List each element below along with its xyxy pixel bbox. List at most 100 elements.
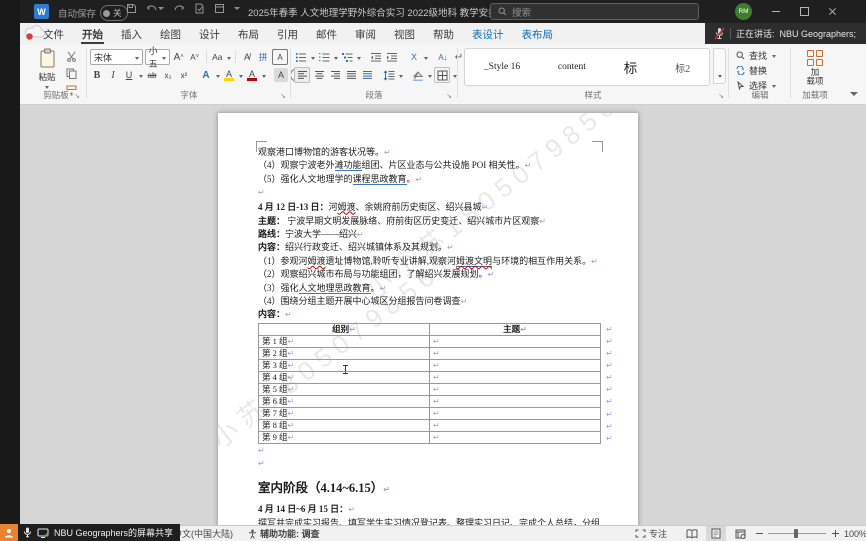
justify-button[interactable]	[344, 68, 358, 82]
topic-cell[interactable]: ↵	[430, 419, 601, 431]
line-spacing-dropdown-icon[interactable]	[399, 75, 403, 80]
tab-table-design[interactable]: 表设计	[463, 23, 513, 45]
topic-cell[interactable]: ↵	[430, 395, 601, 407]
maximize-button[interactable]	[790, 0, 818, 23]
styles-dialog-launcher[interactable]: ↘	[718, 93, 724, 100]
group-cell[interactable]: 第 3 组↵	[259, 359, 430, 371]
style-item-style16[interactable]: _Style 16	[484, 62, 520, 72]
align-right-button[interactable]	[328, 68, 342, 82]
clear-formatting-button[interactable]	[240, 50, 254, 64]
character-border-button[interactable]	[272, 49, 288, 65]
undo-dropdown-icon[interactable]	[158, 7, 164, 13]
styles-gallery-more-button[interactable]	[713, 48, 726, 84]
tab-review[interactable]: 审阅	[346, 23, 385, 45]
accessibility-status[interactable]: 辅助功能: 调查	[248, 526, 320, 541]
undo-button[interactable]	[146, 3, 164, 14]
change-case-button[interactable]	[210, 50, 224, 64]
tab-table-layout[interactable]: 表布局	[513, 23, 563, 45]
asian-layout-dropdown-icon[interactable]	[424, 57, 428, 62]
text-effects-button[interactable]	[199, 68, 213, 82]
paragraph-dialog-launcher[interactable]: ↘	[446, 93, 452, 100]
style-item-heading2[interactable]: 标2	[675, 60, 690, 75]
replace-button[interactable]: 替换	[736, 64, 776, 77]
autosave-switch[interactable]: 关	[100, 5, 128, 21]
font-dialog-launcher[interactable]: ↘	[280, 93, 286, 100]
zoom-slider-thumb[interactable]	[794, 529, 798, 538]
collapse-ribbon-icon[interactable]	[850, 92, 858, 100]
qat-customize-icon[interactable]	[234, 7, 240, 13]
word-app-icon[interactable]: W	[34, 4, 49, 19]
cut-button[interactable]	[64, 49, 78, 63]
bullets-dropdown-icon[interactable]	[311, 57, 315, 62]
zoom-slider[interactable]	[768, 526, 826, 541]
style-item-heading[interactable]: 标	[624, 57, 638, 77]
topic-cell[interactable]: ↵	[430, 407, 601, 419]
print-layout-button[interactable]	[706, 526, 726, 541]
shrink-font-button[interactable]	[188, 50, 202, 64]
copy-button[interactable]	[64, 66, 78, 80]
document-title[interactable]: 2025年春季 人文地理学野外综合实习 2022级地科 教学安排(含分组) (2…	[248, 5, 493, 19]
tab-insert[interactable]: 插入	[112, 23, 151, 45]
group-cell[interactable]: 第 9 组↵	[259, 431, 430, 443]
grow-font-button[interactable]	[172, 50, 186, 64]
zoom-level[interactable]: 100%	[844, 526, 866, 541]
shading-dropdown-icon[interactable]	[428, 75, 432, 80]
sort-button[interactable]	[436, 50, 450, 64]
subscript-button[interactable]	[161, 68, 175, 82]
participants-button[interactable]	[0, 524, 18, 541]
underline-dropdown-icon[interactable]	[139, 75, 143, 80]
redo-button[interactable]	[173, 3, 185, 14]
clipboard-dialog-launcher[interactable]: ↘	[74, 93, 80, 100]
user-avatar[interactable]: RM	[735, 3, 752, 20]
line-spacing-button[interactable]	[382, 68, 396, 82]
save-button[interactable]	[126, 3, 137, 14]
autosave-toggle[interactable]: 自动保存 关	[58, 5, 128, 21]
change-case-dropdown-icon[interactable]	[227, 57, 231, 62]
find-button[interactable]: 查找	[736, 49, 776, 62]
group-cell[interactable]: 第 1 组↵	[259, 335, 430, 347]
numbering-button[interactable]	[317, 50, 331, 64]
topic-cell[interactable]: ↵	[430, 335, 601, 347]
addins-button[interactable]: 加载项	[792, 50, 838, 86]
tab-draw[interactable]: 绘图	[151, 23, 190, 45]
asian-layout-button[interactable]	[407, 50, 421, 64]
zoom-in-button[interactable]	[832, 526, 839, 541]
topic-cell[interactable]: ↵	[430, 347, 601, 359]
header-cell[interactable]: 组别↵	[259, 323, 430, 335]
numbering-dropdown-icon[interactable]	[334, 57, 338, 62]
strikethrough-button[interactable]	[145, 68, 159, 82]
paste-button[interactable]: 粘贴	[34, 48, 60, 93]
close-button[interactable]	[818, 0, 846, 23]
align-left-button[interactable]	[294, 67, 310, 83]
document-page[interactable]: 小小苏18050798561 小小苏18050798561 观察港口博物馆的游客…	[218, 113, 638, 525]
bullets-button[interactable]	[294, 50, 308, 64]
align-center-button[interactable]	[312, 68, 326, 82]
phonetic-guide-button[interactable]	[256, 50, 270, 64]
font-name-select[interactable]: 宋体	[90, 49, 143, 65]
search-box[interactable]: 搜索	[490, 3, 699, 20]
highlight-dropdown-icon[interactable]	[239, 75, 243, 80]
tab-home[interactable]: 开始	[73, 23, 112, 45]
group-cell[interactable]: 第 6 组↵	[259, 395, 430, 407]
tab-design[interactable]: 设计	[190, 23, 229, 45]
zoom-out-button[interactable]	[756, 526, 763, 541]
group-cell[interactable]: 第 5 组↵	[259, 383, 430, 395]
web-layout-button[interactable]	[730, 526, 750, 541]
multilevel-dropdown-icon[interactable]	[357, 57, 361, 62]
read-mode-button[interactable]	[682, 526, 702, 541]
tab-view[interactable]: 视图	[385, 23, 424, 45]
topic-cell[interactable]: ↵	[430, 359, 601, 371]
group-cell[interactable]: 第 2 组↵	[259, 347, 430, 359]
character-shading-button[interactable]	[274, 68, 288, 82]
group-cell[interactable]: 第 8 组↵	[259, 419, 430, 431]
style-item-content[interactable]: content	[558, 62, 586, 72]
superscript-button[interactable]	[177, 68, 191, 82]
font-color-button[interactable]	[245, 68, 259, 82]
increase-indent-button[interactable]	[385, 50, 399, 64]
header-cell[interactable]: 主题↵	[430, 323, 601, 335]
font-size-select[interactable]: 小五	[145, 49, 170, 65]
font-color-dropdown-icon[interactable]	[262, 75, 266, 80]
italic-button[interactable]	[106, 68, 120, 82]
save-as-button[interactable]	[214, 3, 225, 14]
topic-cell[interactable]: ↵	[430, 431, 601, 443]
